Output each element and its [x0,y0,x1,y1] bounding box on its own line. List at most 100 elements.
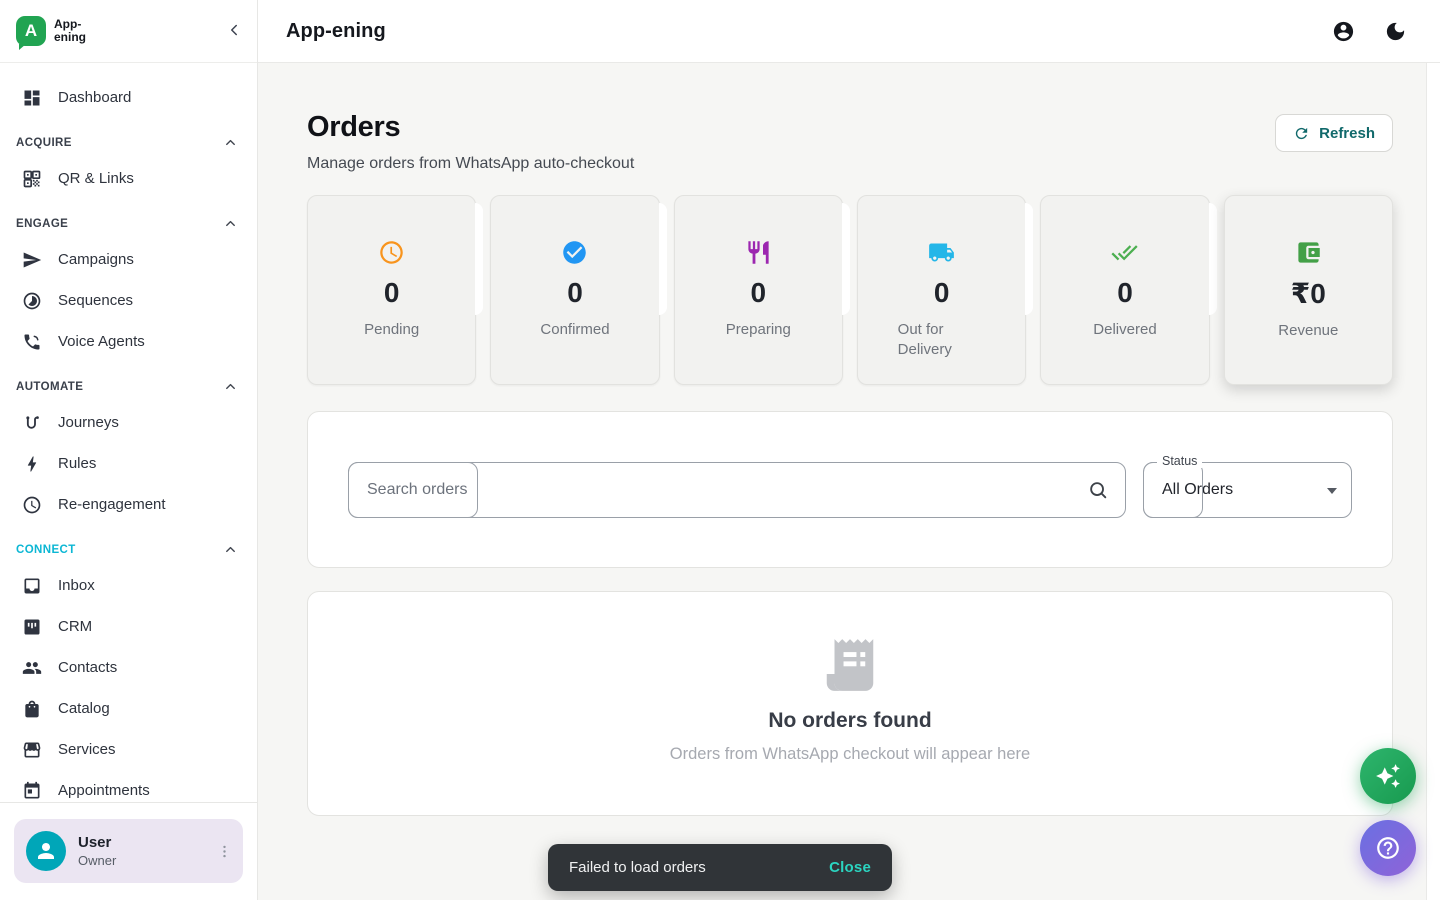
search-icon [1087,479,1109,501]
sidebar-item-dashboard[interactable]: Dashboard [12,77,245,118]
toast-message: Failed to load orders [569,859,706,876]
receipt-icon [819,634,881,696]
stat-label: Delivered [1093,321,1157,338]
status-select[interactable]: Status All Orders [1143,453,1352,518]
sidebar-collapse-button[interactable] [225,21,243,42]
stat-label: Preparing [725,321,791,338]
section-header-automate[interactable]: AUTOMATE [12,376,245,397]
clock-icon [22,495,42,515]
section-header-acquire[interactable]: ACQUIRE [12,132,245,153]
page-header: Orders Manage orders from WhatsApp auto-… [307,111,1393,173]
sequence-icon [22,291,42,311]
chevron-up-icon [223,135,238,150]
toast: Failed to load orders Close [548,844,892,891]
stat-value: ₹0 [1290,278,1326,309]
sidebar-item-label: Appointments [58,782,150,799]
page-subtitle: Manage orders from WhatsApp auto-checkou… [307,155,635,172]
clock-icon [378,239,405,266]
sidebar-item-label: Sequences [58,292,134,309]
dark-mode-toggle[interactable] [1384,20,1407,43]
calendar-icon [22,781,42,801]
empty-state-subtitle: Orders from WhatsApp checkout will appea… [669,745,1031,763]
account-button[interactable] [1332,20,1355,43]
app-window: A App- ening Dashboard ACQUIRE QR & Links E… [0,0,1440,900]
sidebar-item-contacts[interactable]: Contacts [12,647,245,688]
empty-state-title: No orders found [768,709,932,732]
sidebar-footer: User Owner [0,802,257,900]
dashboard-icon [22,88,42,108]
chevron-down-icon [1327,487,1337,494]
scrollbar-track[interactable] [1426,63,1440,900]
sidebar-section-acquire: ACQUIRE QR & Links [12,132,245,199]
sidebar-item-label: Rules [58,455,97,472]
dark-mode-icon [1384,20,1407,43]
stat-label: Confirmed [540,321,610,338]
sidebar-item-qr-links[interactable]: QR & Links [12,158,245,199]
user-menu-button[interactable] [209,831,239,871]
search-placeholder: Search orders [367,480,468,498]
user-card[interactable]: User Owner [14,819,243,883]
sparkles-icon [1375,763,1401,789]
refresh-button[interactable]: Refresh [1275,114,1393,152]
orders-empty-card: No orders found Orders from WhatsApp che… [307,591,1393,816]
person-icon [34,839,58,863]
inbox-icon [22,576,42,596]
sidebar-item-journeys[interactable]: Journeys [12,402,245,443]
sidebar-item-label: QR & Links [58,170,134,187]
sidebar-section-automate: AUTOMATE Journeys Rules Re-engagement [12,376,245,525]
bolt-icon [22,454,42,474]
restaurant-icon [745,239,772,266]
sidebar-item-appointments[interactable]: Appointments [12,770,245,802]
help-icon [1375,835,1401,861]
sidebar-item-label: Re-engagement [58,496,166,513]
truck-icon [928,239,955,266]
sidebar-item-campaigns[interactable]: Campaigns [12,239,245,280]
topbar-actions [1332,20,1407,43]
help-fab[interactable] [1360,820,1416,876]
brand-name: App- ening [54,16,86,44]
storefront-icon [22,740,42,760]
sidebar-item-inbox[interactable]: Inbox [12,565,245,606]
user-name: User [78,834,112,851]
shopping-bag-icon [22,699,42,719]
chevron-up-icon [223,542,238,557]
stat-value: 0 [750,277,767,308]
section-label: ACQUIRE [16,136,72,149]
stats-row: 0 Pending 0 Confirmed 0 Preparing 0 Out for Del… [307,195,1393,385]
sidebar-item-services[interactable]: Services [12,729,245,770]
main-area: App-ening Orders Manage orders from What… [258,0,1440,900]
ai-assistant-fab[interactable] [1360,748,1416,804]
section-header-connect[interactable]: CONNECT [12,539,245,560]
sidebar-item-label: Dashboard [58,89,132,106]
stat-card-delivered: 0 Delivered [1040,195,1217,385]
status-select-label: Status [1157,453,1203,468]
check-circle-icon [561,239,588,266]
sidebar-item-voice-agents[interactable]: Voice Agents [12,321,245,362]
section-label: AUTOMATE [16,380,84,393]
done-all-icon [1111,239,1139,266]
brand-logo-icon: A [16,16,46,50]
sidebar-item-catalog[interactable]: Catalog [12,688,245,729]
sidebar-item-label: Journeys [58,414,119,431]
section-label: CONNECT [16,543,76,556]
user-info: User Owner [78,834,197,868]
app-title: App-ening [286,19,386,42]
sidebar-item-re-engagement[interactable]: Re-engagement [12,484,245,525]
user-role: Owner [78,853,117,868]
page-title: Orders [307,111,401,143]
filters-card: Search orders Status All Orders [307,411,1393,568]
sidebar-item-sequences[interactable]: Sequences [12,280,245,321]
sidebar-item-crm[interactable]: CRM [12,606,245,647]
search-input[interactable]: Search orders [348,461,1126,518]
send-icon [22,250,42,270]
section-label: ENGAGE [16,217,69,230]
topbar: App-ening [258,0,1440,63]
sidebar-item-label: Inbox [58,577,95,594]
section-header-engage[interactable]: ENGAGE [12,213,245,234]
sidebar-item-label: Contacts [58,659,118,676]
content: Orders Manage orders from WhatsApp auto-… [258,63,1440,900]
toast-close-button[interactable]: Close [829,859,871,876]
sidebar-item-rules[interactable]: Rules [12,443,245,484]
brand-logo: A App- ening [16,16,86,50]
status-select-value: All Orders [1162,480,1234,498]
